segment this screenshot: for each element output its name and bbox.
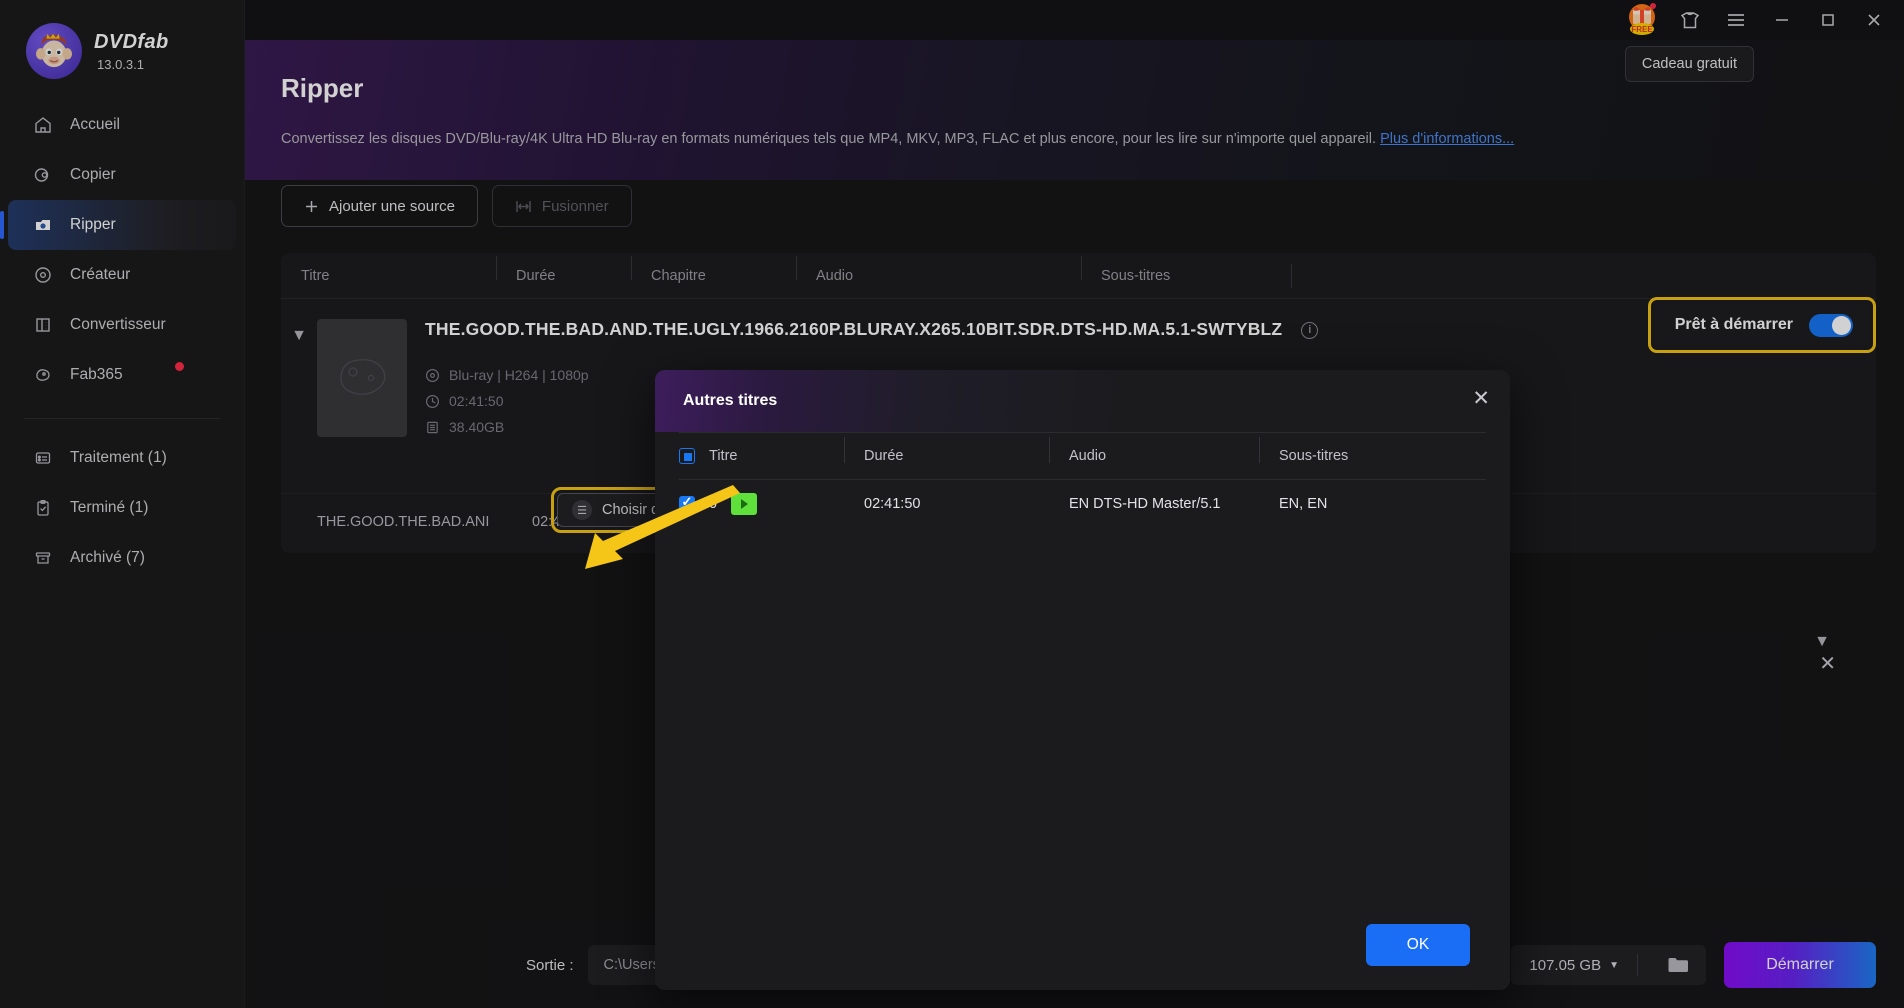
modal-row-title-cell: 0 — [679, 493, 864, 515]
modal-column-duree: Durée — [844, 437, 1069, 464]
modal-row-duration: 02:41:50 — [864, 496, 921, 512]
modal-column-titre: Titre — [679, 448, 864, 464]
modal-ok-button[interactable]: OK — [1366, 924, 1470, 966]
modal-column-audio: Audio — [1049, 437, 1279, 464]
modal-table-header: Titre Durée Audio Sous-titres — [679, 432, 1486, 480]
modal-row-subtitles: EN, EN — [1279, 496, 1328, 512]
modal-column-titre-label: Titre — [709, 448, 738, 464]
modal-column-sous-titres: Sous-titres — [1259, 437, 1459, 464]
app-window: DVDfab 13.0.3.1 Accueil Copier Ripper Cr… — [0, 0, 1904, 1008]
other-titles-modal: Autres titres ✕ Titre Durée Audio Sous-t… — [655, 370, 1510, 990]
select-all-checkbox[interactable] — [679, 448, 695, 464]
modal-close-icon[interactable]: ✕ — [1472, 386, 1490, 411]
row-checkbox[interactable] — [679, 494, 695, 512]
modal-footer: OK — [655, 900, 1510, 990]
play-icon[interactable] — [731, 493, 758, 515]
modal-table-row: 0 02:41:50 EN DTS-HD Master/5.1 EN, EN — [679, 480, 1486, 528]
modal-row-title: 0 — [709, 496, 718, 512]
modal-title: Autres titres — [683, 392, 778, 409]
modal-row-audio: EN DTS-HD Master/5.1 — [1069, 496, 1221, 512]
modal-header: Autres titres ✕ — [655, 370, 1510, 432]
